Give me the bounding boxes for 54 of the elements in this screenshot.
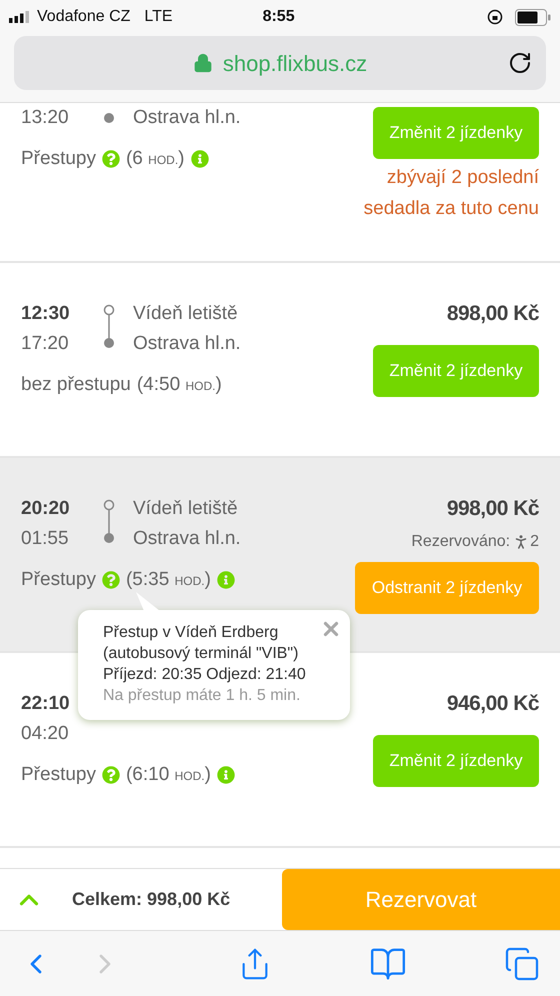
price: 998,00 Kč: [446, 496, 539, 522]
total-price: Celkem: 998,00 Kč: [72, 888, 232, 911]
route-icon: [103, 304, 115, 349]
transfers-label: Přestupy: [21, 147, 96, 171]
help-icon[interactable]: [102, 571, 120, 590]
reload-icon[interactable]: [508, 51, 532, 75]
duration: (4:50 HOD.): [136, 373, 222, 397]
url: shop.flixbus.cz: [222, 50, 368, 78]
address-bar[interactable]: shop.flixbus.cz: [14, 36, 546, 90]
arrival-station: Ostrava hl.n.: [133, 527, 241, 551]
departure-station: Vídeň letiště: [133, 497, 239, 521]
duration: (6:10 HOD.): [126, 763, 211, 787]
transfers-label: Přestupy: [21, 568, 96, 592]
arrival-station: Ostrava hl.n.: [133, 106, 241, 130]
departure-time: 12:30: [21, 302, 71, 326]
reserve-button[interactable]: Rezervovat: [282, 869, 560, 930]
reserved-count: 2: [530, 532, 539, 552]
tabs-icon[interactable]: [504, 946, 540, 982]
price: 898,00 Kč: [446, 301, 539, 327]
orientation-lock-icon: [487, 9, 503, 25]
duration: (5:35 HOD.): [126, 568, 211, 592]
arrival-station: Ostrava hl.n.: [133, 332, 241, 356]
route-icon: [103, 499, 115, 544]
arrival-time: 13:20: [21, 106, 70, 130]
carrier: Vodafone CZ: [37, 7, 130, 27]
help-icon[interactable]: [102, 150, 120, 168]
arrival-time: 01:55: [21, 527, 70, 551]
price: 946,00 Kč: [446, 691, 539, 717]
info-icon[interactable]: [216, 571, 235, 590]
departure-time: 20:20: [21, 497, 71, 521]
remove-tickets-button[interactable]: Odstranit 2 jízdenky: [355, 562, 539, 614]
reserved-label: Rezervováno:: [411, 532, 510, 552]
signal-icon: [9, 11, 31, 23]
stop-dot-icon: [104, 113, 114, 123]
clock: 8:55: [262, 7, 295, 27]
departure-station: Vídeň letiště: [133, 302, 239, 326]
arrival-time: 04:20: [21, 722, 70, 746]
change-tickets-button[interactable]: Změnit 2 jízdenky: [373, 735, 539, 787]
lock-icon: [192, 53, 213, 73]
transfer-time-note: Na přestup máte 1 h. 5 min.: [103, 686, 302, 706]
info-icon[interactable]: [216, 766, 235, 784]
transfers-label: bez přestupu: [21, 373, 131, 397]
transfers-label: Přestupy: [21, 763, 96, 787]
info-icon[interactable]: [190, 150, 208, 168]
battery-icon: [515, 8, 551, 26]
change-tickets-button[interactable]: Změnit 2 jízdenky: [373, 345, 539, 397]
departure-time: 22:10: [21, 692, 71, 716]
seats-left-note: zbývají 2 poslední sedadla za tuto cenu: [362, 166, 539, 221]
arrival-time: 17:20: [21, 332, 70, 356]
change-tickets-button[interactable]: Změnit 2 jízdenky: [373, 107, 539, 159]
duration: (6 HOD.): [126, 147, 184, 171]
help-icon[interactable]: [102, 766, 120, 784]
transfer-details: Přestup v Vídeň Erdberg (autobusový terminál "VIB") Příjezd: 20:35 Odjezd: 21:40: [103, 623, 307, 685]
network-type: LTE: [144, 7, 173, 27]
